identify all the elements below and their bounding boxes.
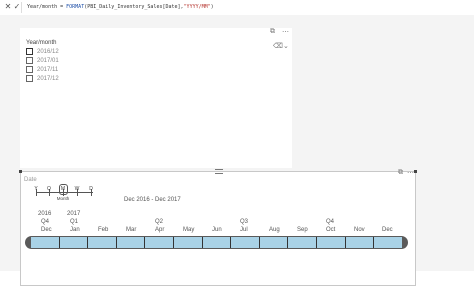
- formula-bar: ✕ ✓ Year/month = FORMAT(PBI_Daily_Invent…: [0, 0, 474, 16]
- focus-mode-icon[interactable]: ⧉: [270, 28, 275, 36]
- resize-handle[interactable]: [19, 170, 22, 173]
- timeline-cell[interactable]: [59, 237, 89, 248]
- timeline-cell[interactable]: [88, 237, 117, 248]
- resize-handle[interactable]: [414, 170, 417, 173]
- quarter-label: Q4: [41, 219, 50, 225]
- timeline-cell[interactable]: [116, 237, 146, 248]
- slicer-item[interactable]: 2017/11: [26, 66, 58, 74]
- month-label: Nov: [354, 227, 365, 233]
- timeline-slicer[interactable]: ⧉ ⋯ Date Y Q M W D Month Dec 2016 - Dec …: [19, 169, 417, 286]
- year-month-slicer[interactable]: Year/month ⌫ ⌄ ⧉ ⋯ 2016/12 2017/01 2017/…: [20, 28, 292, 168]
- slicer-title: Year/month: [26, 40, 57, 46]
- more-options-icon[interactable]: ⋯: [407, 169, 414, 177]
- more-options-icon[interactable]: ⋯: [282, 28, 289, 36]
- checkbox[interactable]: [26, 66, 33, 73]
- timeline-cell[interactable]: [145, 237, 175, 248]
- date-range-label: Dec 2016 - Dec 2017: [124, 197, 181, 203]
- month-label: Mar: [126, 227, 137, 233]
- current-granularity: Month: [56, 196, 70, 201]
- month-label: Jul: [240, 227, 248, 233]
- slicer-item-label: 2017/12: [37, 76, 59, 83]
- grip-icon[interactable]: [215, 169, 223, 174]
- month-label: Sep: [297, 227, 308, 233]
- timeline-cell[interactable]: [202, 237, 232, 248]
- timeline-cell[interactable]: [231, 237, 260, 248]
- formula-function: FORMAT: [66, 4, 85, 10]
- timeline-cell[interactable]: [374, 237, 402, 248]
- quarter-label: Q3: [240, 219, 249, 225]
- formula-format-string: "YYYY/MM": [183, 4, 211, 10]
- formula-argument: (PBI_Daily_Inventory_Sales[Date],: [84, 4, 184, 10]
- quarter-label: Q2: [155, 219, 164, 225]
- slicer-item[interactable]: 2017/01: [26, 57, 59, 65]
- slicer-item[interactable]: 2016/12: [26, 48, 59, 56]
- granularity-selector[interactable]: [59, 184, 68, 195]
- timeline-cell[interactable]: [31, 237, 60, 248]
- slicer-item-label: 2017/11: [37, 67, 59, 74]
- quarter-label: Q1: [70, 219, 79, 225]
- checkbox[interactable]: [26, 57, 33, 64]
- timeline-cell[interactable]: [345, 237, 375, 248]
- formula-input[interactable]: Year/month = FORMAT(PBI_Daily_Inventory_…: [27, 3, 214, 11]
- timeline-track[interactable]: [25, 236, 408, 249]
- timeline-cells: [31, 236, 402, 249]
- slicer-item[interactable]: 2017/12: [26, 75, 59, 83]
- month-label: Dec: [41, 227, 52, 233]
- month-label: Dec: [382, 227, 393, 233]
- checkbox[interactable]: [26, 48, 33, 55]
- checkbox[interactable]: [26, 75, 33, 82]
- month-label: Oct: [326, 227, 336, 233]
- eraser-icon[interactable]: ⌫: [273, 42, 283, 50]
- month-label: Apr: [155, 227, 165, 233]
- timeline-cell[interactable]: [317, 237, 346, 248]
- slicer-item-label: 2017/01: [37, 58, 59, 65]
- formula-prefix: Year/month =: [27, 4, 67, 10]
- month-label: Aug: [269, 227, 280, 233]
- timeline-title: Date: [24, 177, 37, 183]
- granularity-label[interactable]: D: [89, 186, 93, 192]
- timeline-cell[interactable]: [174, 237, 203, 248]
- granularity-label[interactable]: Y: [34, 186, 37, 192]
- month-label: Jan: [70, 227, 80, 233]
- quarter-label: Q4: [326, 219, 335, 225]
- granularity-label[interactable]: Q: [47, 186, 51, 192]
- focus-mode-icon[interactable]: ⧉: [398, 169, 403, 177]
- month-label: Feb: [98, 227, 109, 233]
- formula-suffix: ): [210, 4, 214, 10]
- formula-bar-divider: [21, 2, 22, 13]
- slicer-item-label: 2016/12: [37, 49, 59, 56]
- month-label: May: [183, 227, 195, 233]
- granularity-label[interactable]: W: [75, 186, 80, 192]
- chevron-down-icon[interactable]: ⌄: [283, 42, 289, 50]
- timeline-cell[interactable]: [259, 237, 289, 248]
- timeline-cell[interactable]: [288, 237, 318, 248]
- month-label: Jun: [212, 227, 222, 233]
- year-label: 2016: [38, 211, 52, 217]
- year-label: 2017: [67, 211, 81, 217]
- report-canvas: Year/month ⌫ ⌄ ⧉ ⋯ 2016/12 2017/01 2017/…: [0, 15, 474, 286]
